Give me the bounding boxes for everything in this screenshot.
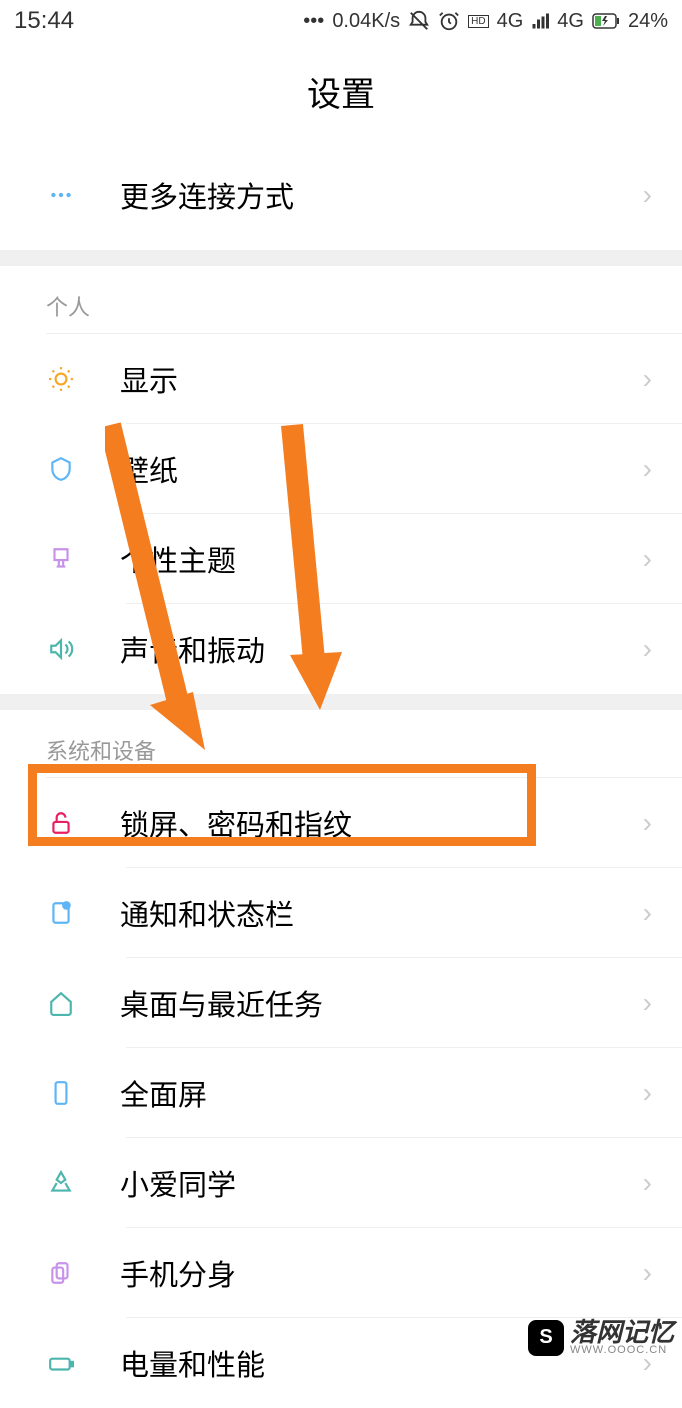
chevron-right-icon: ›	[643, 179, 652, 211]
battery-perf-icon	[46, 1348, 76, 1378]
settings-item-lockscreen[interactable]: 锁屏、密码和指纹 ›	[0, 778, 682, 868]
settings-item-more-connections[interactable]: 更多连接方式 ›	[0, 140, 682, 250]
chevron-right-icon: ›	[643, 1077, 652, 1109]
settings-item-notifications[interactable]: 通知和状态栏 ›	[0, 868, 682, 958]
chevron-right-icon: ›	[643, 807, 652, 839]
item-label: 通知和状态栏	[120, 892, 643, 934]
battery-percent: 24%	[628, 10, 668, 33]
watermark-url: WWW.OOOC.CN	[570, 1345, 674, 1356]
ai-icon	[46, 1168, 76, 1198]
phone-icon	[46, 1078, 76, 1108]
settings-item-xiaoai[interactable]: 小爱同学 ›	[0, 1138, 682, 1228]
chevron-right-icon: ›	[643, 633, 652, 665]
chevron-right-icon: ›	[643, 543, 652, 575]
status-indicators: ••• 0.04K/s HD 4G 4G 24%	[303, 10, 668, 33]
chevron-right-icon: ›	[643, 897, 652, 929]
brush-icon	[46, 544, 76, 574]
chevron-right-icon: ›	[643, 453, 652, 485]
annotation-arrow-2	[272, 420, 372, 720]
chevron-right-icon: ›	[643, 987, 652, 1019]
chevron-right-icon: ›	[643, 363, 652, 395]
item-label: 显示	[120, 358, 643, 400]
dots-icon	[46, 180, 76, 210]
annotation-arrow-1	[105, 420, 225, 760]
item-label: 更多连接方式	[120, 174, 643, 216]
network-2: 4G	[557, 10, 584, 33]
settings-item-home[interactable]: 桌面与最近任务 ›	[0, 958, 682, 1048]
lock-icon	[46, 808, 76, 838]
chevron-right-icon: ›	[643, 1257, 652, 1289]
copy-icon	[46, 1258, 76, 1288]
settings-item-fullscreen[interactable]: 全面屏 ›	[0, 1048, 682, 1138]
notification-icon	[46, 898, 76, 928]
item-label: 全面屏	[120, 1072, 643, 1114]
data-speed: 0.04K/s	[332, 10, 400, 33]
alarm-icon	[438, 10, 460, 32]
watermark: S 落网记忆 WWW.OOOC.CN	[528, 1319, 674, 1356]
signal-hd-icon: HD	[468, 15, 488, 28]
network-1: 4G	[497, 10, 524, 33]
shield-icon	[46, 454, 76, 484]
status-bar: 15:44 ••• 0.04K/s HD 4G 4G 24%	[0, 0, 682, 42]
volume-icon	[46, 634, 76, 664]
page-header: 设置	[0, 42, 682, 140]
home-icon	[46, 988, 76, 1018]
settings-item-second-space[interactable]: 手机分身 ›	[0, 1228, 682, 1318]
item-label: 小爱同学	[120, 1162, 643, 1204]
battery-icon	[592, 13, 620, 29]
sun-icon	[46, 364, 76, 394]
silent-icon	[408, 10, 430, 32]
more-icon: •••	[303, 10, 324, 33]
signal-icon-1	[531, 12, 549, 30]
watermark-title: 落网记忆	[570, 1319, 674, 1345]
chevron-right-icon: ›	[643, 1167, 652, 1199]
item-label: 桌面与最近任务	[120, 982, 643, 1024]
settings-item-display[interactable]: 显示 ›	[0, 334, 682, 424]
section-header-personal: 个人	[0, 266, 682, 334]
status-time: 15:44	[14, 7, 74, 35]
section-header-system: 系统和设备	[0, 710, 682, 778]
item-label: 锁屏、密码和指纹	[120, 802, 643, 844]
watermark-logo-icon: S	[528, 1320, 564, 1356]
page-title: 设置	[307, 67, 375, 116]
item-label: 手机分身	[120, 1252, 643, 1294]
